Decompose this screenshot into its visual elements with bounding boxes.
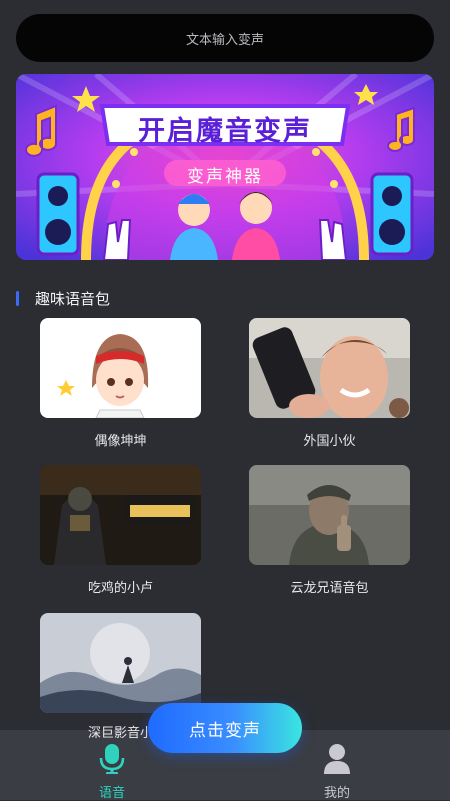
voice-pack-card-yunlong[interactable] <box>249 465 410 565</box>
voice-pack-card-pubg[interactable] <box>40 465 201 565</box>
voice-pack-label: 外国小伙 <box>303 434 356 449</box>
voice-pack-thumbnail-yunlong <box>249 465 410 565</box>
voice-pack-thumbnail-pubg <box>40 465 201 565</box>
tab-voice-label: 语音 <box>98 786 125 801</box>
promo-banner[interactable]: 开启魔音变声 变声神器 <box>16 74 434 260</box>
tab-mine[interactable]: 我的 <box>297 742 377 801</box>
text-input-voice-search-bar[interactable]: 文本输入变声 <box>16 14 434 62</box>
voice-pack-card-foreign-guy[interactable] <box>249 318 410 418</box>
voice-pack-thumbnail-idol <box>40 318 201 418</box>
cta-label: 点击变声 <box>189 720 261 741</box>
voice-pack-card-idol[interactable] <box>40 318 201 418</box>
microphone-icon <box>99 744 125 775</box>
start-voice-change-button[interactable]: 点击变声 <box>148 703 302 753</box>
section-title: 趣味语音包 <box>35 289 111 308</box>
search-placeholder: 文本输入变声 <box>185 32 264 48</box>
voice-pack-card-ink[interactable] <box>40 613 201 713</box>
section-accent-bar <box>16 290 19 306</box>
voice-pack-thumbnail-ink <box>40 613 201 713</box>
banner-title: 开启魔音变声 <box>138 116 312 147</box>
voice-pack-thumbnail-foreign-guy <box>249 318 410 418</box>
person-icon <box>324 744 350 774</box>
voice-pack-label: 云龙兄语音包 <box>290 581 369 596</box>
section-header-fun-voice-packs: 趣味语音包 <box>16 288 110 308</box>
tab-voice[interactable]: 语音 <box>72 742 152 801</box>
tab-mine-label: 我的 <box>323 786 350 801</box>
voice-pack-label: 偶像坤坤 <box>94 434 147 449</box>
voice-pack-label: 吃鸡的小卢 <box>87 581 153 596</box>
banner-subtitle: 变声神器 <box>187 167 263 187</box>
